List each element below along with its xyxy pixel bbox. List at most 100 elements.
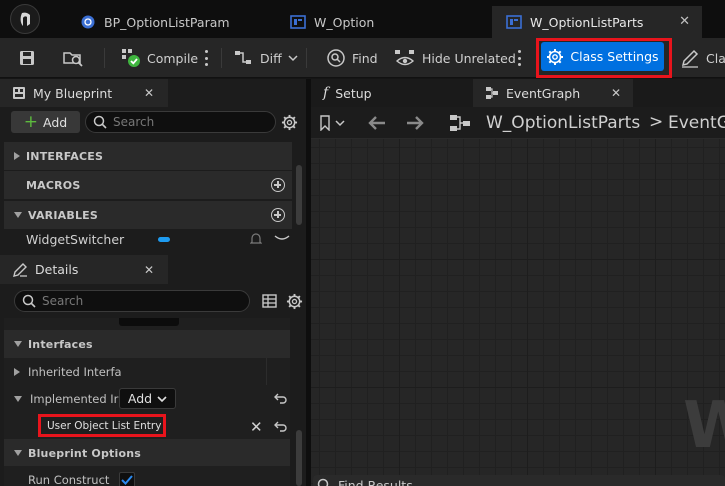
find-icon <box>326 48 346 68</box>
details-search-input[interactable]: Search <box>14 290 250 312</box>
graph-watermark: W <box>683 389 725 463</box>
tab-bp-optionlistparam[interactable]: BP_OptionListParam <box>66 6 280 38</box>
graph-node-icon <box>449 114 471 132</box>
gear-icon[interactable] <box>281 114 298 131</box>
table-view-icon[interactable] <box>262 294 277 308</box>
bell-icon[interactable] <box>250 232 262 246</box>
dropdown-label: Add <box>127 391 153 406</box>
class-defaults-label: Clas <box>706 50 725 66</box>
clipped-value-field <box>119 318 179 326</box>
my-blueprint-search-input[interactable]: Search <box>85 111 276 133</box>
section-variables[interactable]: VARIABLES <box>4 201 292 229</box>
reset-arrow-icon[interactable] <box>274 419 288 433</box>
run-construction-row[interactable]: Run Construct <box>4 466 290 486</box>
class-defaults-button[interactable]: Clas <box>680 38 725 78</box>
tab-label: Setup <box>335 85 372 101</box>
blueprint-icon <box>80 14 96 30</box>
bookmark-icon[interactable] <box>319 115 345 131</box>
chevron-down-icon <box>288 54 298 62</box>
add-interface-dropdown[interactable]: Add <box>119 388 176 409</box>
add-variable-icon[interactable] <box>271 208 285 222</box>
tab-eventgraph[interactable]: EventGraph ✕ <box>473 79 633 107</box>
save-icon <box>18 49 36 67</box>
compile-button[interactable]: Compile <box>121 38 198 78</box>
diff-button[interactable]: Diff <box>234 38 298 78</box>
close-icon[interactable]: ✕ <box>611 86 621 100</box>
search-icon <box>93 115 107 129</box>
diff-icon <box>234 49 254 67</box>
unreal-logo-icon[interactable] <box>10 4 40 34</box>
tab-label: BP_OptionListParam <box>104 14 230 30</box>
search-placeholder: Search <box>113 115 155 129</box>
hide-unrelated-label: Hide Unrelated <box>422 50 516 66</box>
hide-unrelated-options-button[interactable] <box>518 50 521 66</box>
save-button[interactable] <box>18 38 36 78</box>
variable-row[interactable]: WidgetSwitcher <box>0 226 292 253</box>
section-details-interfaces[interactable]: Interfaces <box>4 330 290 358</box>
tab-label: EventGraph <box>506 85 581 101</box>
back-arrow-icon[interactable] <box>367 115 387 131</box>
panel-title: Details <box>35 262 79 277</box>
details-panel: Details ✕ Search Interfaces Inherited In… <box>0 255 306 486</box>
breadcrumb-root[interactable]: W_OptionListParts <box>486 113 640 133</box>
find-results-tab[interactable]: Find Results <box>313 475 725 486</box>
plus-icon: + <box>23 112 39 132</box>
collapse-arrow-icon <box>14 341 22 347</box>
search-icon <box>317 478 331 486</box>
section-label: Blueprint Options <box>28 446 142 460</box>
hide-unrelated-button[interactable]: Hide Unrelated <box>394 38 516 78</box>
details-tab[interactable]: Details ✕ <box>0 255 168 284</box>
tab-w-option[interactable]: W_Option <box>276 6 490 38</box>
my-blueprint-panel: My Blueprint ✕ + Add Search INTERFACES M… <box>0 79 306 255</box>
event-graph-canvas[interactable]: W <box>311 139 725 486</box>
tab-label: W_OptionListParts <box>530 14 644 30</box>
interface-entry-label-highlighted: User Object List Entry <box>38 414 166 437</box>
section-label: INTERFACES <box>26 149 104 163</box>
details-pencil-icon <box>12 262 28 277</box>
interface-entry-row[interactable]: User Object List Entry ✕ <box>4 412 290 439</box>
function-icon: f <box>323 85 329 101</box>
hide-unrelated-icon <box>394 48 416 68</box>
browse-button[interactable] <box>62 38 84 78</box>
eye-closed-icon[interactable] <box>274 233 290 243</box>
clipped-property-row <box>4 318 290 330</box>
close-icon[interactable]: ✕ <box>679 14 690 29</box>
section-label: VARIABLES <box>28 208 98 222</box>
implemented-interfaces-row[interactable]: Implemented Ir Add <box>4 385 290 412</box>
collapse-arrow-icon <box>14 395 22 402</box>
inherited-interfaces-row[interactable]: Inherited Interfa <box>4 358 290 385</box>
section-blueprint-options[interactable]: Blueprint Options <box>4 439 290 467</box>
property-label: Implemented Ir <box>30 391 119 406</box>
widget-blueprint-icon <box>290 14 306 30</box>
run-construction-checkbox[interactable] <box>119 472 135 486</box>
my-blueprint-tab[interactable]: My Blueprint ✕ <box>0 79 168 107</box>
property-label: Run Construct <box>28 472 110 486</box>
remove-x-icon[interactable]: ✕ <box>250 418 263 436</box>
forward-arrow-icon[interactable] <box>405 115 425 131</box>
compile-success-icon <box>121 48 141 68</box>
reset-arrow-icon[interactable] <box>274 391 288 405</box>
variable-name: WidgetSwitcher <box>26 232 125 247</box>
tab-w-optionlistparts[interactable]: W_OptionListParts ✕ <box>492 6 702 38</box>
document-tab-strip: BP_OptionListParam W_Option W_OptionList… <box>0 0 725 38</box>
graph-breadcrumb-bar: W_OptionListParts > EventG <box>311 107 725 139</box>
expand-arrow-icon <box>14 152 20 160</box>
tab-setup[interactable]: f Setup <box>311 79 469 107</box>
section-label: Interfaces <box>28 337 93 351</box>
compile-options-button[interactable] <box>205 50 208 66</box>
section-macros[interactable]: MACROS <box>4 171 292 199</box>
add-macro-icon[interactable] <box>271 178 285 192</box>
my-blueprint-scrollbar[interactable] <box>296 165 302 225</box>
tab-label: W_Option <box>314 14 375 30</box>
details-scrollbar[interactable] <box>296 430 302 486</box>
close-icon[interactable]: ✕ <box>144 263 154 277</box>
find-label: Find <box>352 50 378 66</box>
blueprint-book-icon <box>12 86 26 100</box>
section-interfaces[interactable]: INTERFACES <box>4 142 292 170</box>
breadcrumb-current: EventG <box>668 113 725 133</box>
variable-type-pill <box>158 237 170 242</box>
gear-icon[interactable] <box>286 293 303 310</box>
close-icon[interactable]: ✕ <box>144 86 154 100</box>
find-button[interactable]: Find <box>326 38 378 78</box>
add-button[interactable]: + Add <box>11 111 80 133</box>
